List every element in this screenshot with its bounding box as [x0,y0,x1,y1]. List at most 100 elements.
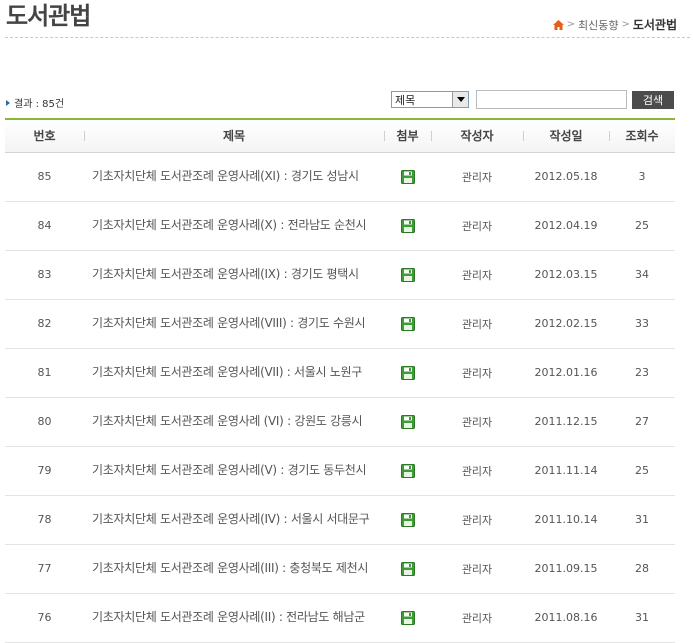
table-row: 80 기초자치단체 도서관조례 운영사례 (VI) : 강원도 강릉시 관리자 201… [5,397,675,447]
row-date: 2011.12.15 [523,397,609,447]
row-title-link[interactable]: 기초자치단체 도서관조례 운영사례(IV) : 서울시 서대문구 [84,495,384,545]
home-icon[interactable] [552,19,564,30]
row-number: 84 [5,201,84,251]
attachment-file-icon[interactable] [400,463,415,478]
table-row: 78 기초자치단체 도서관조례 운영사례(IV) : 서울시 서대문구 관리자 201… [5,495,675,545]
row-date: 2011.11.14 [523,446,609,496]
row-date: 2012.04.19 [523,201,609,251]
row-views: 23 [609,348,675,398]
row-title-link[interactable]: 기초자치단체 도서관조례 운영사례(IX) : 경기도 평택시 [84,250,384,300]
table-row: 82 기초자치단체 도서관조례 운영사례(VIII) : 경기도 수원시 관리자 20… [5,299,675,349]
table-row: 81 기초자치단체 도서관조례 운영사례(VII) : 서울시 노원구 관리자 201… [5,348,675,398]
row-attachment [384,397,431,447]
table-row: 79 기초자치단체 도서관조례 운영사례(V) : 경기도 동두천시 관리자 2011… [5,446,675,496]
row-date: 2012.02.15 [523,299,609,349]
divider [5,37,690,38]
chevron-right-icon: > [566,19,575,30]
row-views: 3 [609,152,675,202]
row-author: 관리자 [431,544,523,594]
row-title-link[interactable]: 기초자치단체 도서관조례 운영사례(X) : 전라남도 순천시 [84,201,384,251]
row-views: 25 [609,446,675,496]
board-table: 번호 제목 첨부 작성자 작성일 조회수 85 기초자치단체 도서관조례 운영사례… [5,118,675,643]
row-views: 25 [609,201,675,251]
row-number: 82 [5,299,84,349]
row-author: 관리자 [431,299,523,349]
row-author: 관리자 [431,201,523,251]
row-author: 관리자 [431,397,523,447]
table-row: 84 기초자치단체 도서관조례 운영사례(X) : 전라남도 순천시 관리자 2012… [5,201,675,251]
row-author: 관리자 [431,348,523,398]
row-attachment [384,446,431,496]
column-header-date: 작성일 [523,118,609,153]
attachment-file-icon[interactable] [400,610,415,625]
column-header-author: 작성자 [431,118,523,153]
column-header-number: 번호 [5,118,84,153]
row-attachment [384,348,431,398]
row-author: 관리자 [431,250,523,300]
row-number: 76 [5,593,84,643]
row-attachment [384,544,431,594]
row-title-link[interactable]: 기초자치단체 도서관조례 운영사례(V) : 경기도 동두천시 [84,446,384,496]
row-views: 27 [609,397,675,447]
search-input[interactable] [476,90,627,109]
row-number: 81 [5,348,84,398]
row-title-link[interactable]: 기초자치단체 도서관조례 운영사례(III) : 충청북도 제천시 [84,544,384,594]
row-date: 2012.05.18 [523,152,609,202]
attachment-file-icon[interactable] [400,365,415,380]
attachment-file-icon[interactable] [400,561,415,576]
row-date: 2011.10.14 [523,495,609,545]
attachment-file-icon[interactable] [400,267,415,282]
row-title-link[interactable]: 기초자치단체 도서관조례 운영사례(XI) : 경기도 성남시 [84,152,384,202]
attachment-file-icon[interactable] [400,512,415,527]
table-row: 77 기초자치단체 도서관조례 운영사례(III) : 충청북도 제천시 관리자 20… [5,544,675,594]
bullet-arrow-icon [6,99,10,106]
attachment-file-icon[interactable] [400,414,415,429]
row-attachment [384,593,431,643]
row-title-link[interactable]: 기초자치단체 도서관조례 운영사례(VIII) : 경기도 수원시 [84,299,384,349]
row-number: 85 [5,152,84,202]
result-count: 결과 : 85건 [6,95,64,110]
row-title-link[interactable]: 기초자치단체 도서관조례 운영사례 (VI) : 강원도 강릉시 [84,397,384,447]
row-number: 79 [5,446,84,496]
search-area: 제목 검색 [391,90,674,109]
row-title-link[interactable]: 기초자치단체 도서관조례 운영사례(II) : 전라남도 해남군 [84,593,384,643]
attachment-file-icon[interactable] [400,169,415,184]
row-author: 관리자 [431,446,523,496]
row-number: 78 [5,495,84,545]
row-date: 2011.09.15 [523,544,609,594]
row-number: 83 [5,250,84,300]
row-author: 관리자 [431,152,523,202]
column-header-attachment: 첨부 [384,118,431,153]
column-header-views: 조회수 [609,118,675,153]
row-author: 관리자 [431,495,523,545]
breadcrumb: > 최신동향 > 도서관법 [552,16,677,33]
row-date: 2012.01.16 [523,348,609,398]
row-views: 34 [609,250,675,300]
row-views: 33 [609,299,675,349]
result-count-label: 결과 : 85건 [14,99,65,110]
attachment-file-icon[interactable] [400,218,415,233]
row-views: 31 [609,593,675,643]
row-number: 77 [5,544,84,594]
row-number: 80 [5,397,84,447]
row-attachment [384,495,431,545]
row-views: 28 [609,544,675,594]
row-title-link[interactable]: 기초자치단체 도서관조례 운영사례(VII) : 서울시 노원구 [84,348,384,398]
breadcrumb-item-latest[interactable]: 최신동향 [578,17,618,33]
row-attachment [384,152,431,202]
chevron-right-icon: > [621,19,630,30]
search-field-select[interactable]: 제목 [391,91,469,108]
dropdown-arrow-icon[interactable] [452,92,468,107]
row-date: 2012.03.15 [523,250,609,300]
row-attachment [384,299,431,349]
search-field-select-value: 제목 [395,93,416,107]
table-row: 83 기초자치단체 도서관조례 운영사례(IX) : 경기도 평택시 관리자 2012… [5,250,675,300]
attachment-file-icon[interactable] [400,316,415,331]
table-row: 76 기초자치단체 도서관조례 운영사례(II) : 전라남도 해남군 관리자 201… [5,593,675,643]
row-author: 관리자 [431,593,523,643]
table-header-row: 번호 제목 첨부 작성자 작성일 조회수 [5,118,675,153]
row-attachment [384,250,431,300]
table-row: 85 기초자치단체 도서관조례 운영사례(XI) : 경기도 성남시 관리자 2012… [5,152,675,202]
row-date: 2011.08.16 [523,593,609,643]
search-button[interactable]: 검색 [632,90,674,109]
